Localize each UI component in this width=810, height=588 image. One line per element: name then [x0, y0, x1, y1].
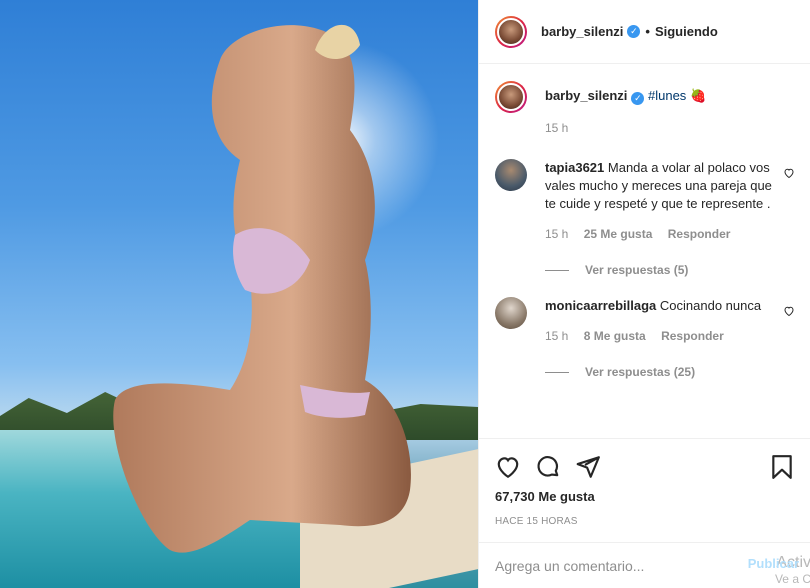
comment-likes[interactable]: 25 Me gusta — [584, 227, 653, 241]
comment-time: 15 h — [545, 227, 569, 241]
caption-username[interactable]: barby_silenzi — [545, 88, 627, 103]
post-header: barby_silenzi ✓ • Siguiendo — [479, 0, 810, 64]
replies-line — [545, 269, 569, 271]
comment-icon[interactable] — [535, 454, 561, 480]
caption-avatar[interactable] — [495, 81, 527, 113]
comment-username[interactable]: tapia3621 — [545, 160, 604, 175]
comment-time: 15 h — [545, 329, 569, 343]
comment-item: monicaarrebillaga Cocinando nunca 15 h 8… — [495, 297, 795, 345]
post-timestamp: HACE 15 HORAS — [495, 516, 578, 527]
following-button[interactable]: Siguiendo — [655, 24, 718, 39]
heart-icon[interactable] — [495, 454, 521, 480]
post-sidebar: barby_silenzi ✓ • Siguiendo barby_silenz… — [478, 0, 810, 588]
comment-likes[interactable]: 8 Me gusta — [584, 329, 646, 343]
post-photo[interactable] — [0, 0, 478, 588]
comment-heart-icon[interactable] — [783, 305, 795, 317]
reply-button[interactable]: Responder — [661, 329, 724, 343]
view-replies-label: Ver respuestas (5) — [585, 263, 689, 277]
view-replies-button[interactable]: Ver respuestas (25) — [545, 365, 795, 379]
comment-input[interactable]: Agrega un comentario... — [495, 558, 644, 574]
view-replies-button[interactable]: Ver respuestas (5) — [545, 263, 795, 277]
commenter-avatar[interactable] — [495, 297, 527, 329]
share-icon[interactable] — [575, 454, 601, 480]
author-username[interactable]: barby_silenzi — [541, 24, 623, 39]
replies-line — [545, 371, 569, 373]
strawberry-emoji: 🍓 — [689, 88, 707, 103]
view-replies-label: Ver respuestas (25) — [585, 365, 696, 379]
caption-hashtag[interactable]: #lunes — [648, 88, 686, 103]
comment-heart-icon[interactable] — [783, 167, 795, 179]
comment-username[interactable]: monicaarrebillaga — [545, 298, 656, 313]
reply-button[interactable]: Responder — [668, 227, 731, 241]
comment-text: Cocinando nunca — [659, 298, 762, 313]
separator-dot: • — [645, 24, 650, 39]
comment-item: tapia3621 Manda a volar al polaco vos va… — [495, 159, 795, 243]
likes-count[interactable]: 67,730 Me gusta — [495, 489, 795, 504]
save-icon[interactable] — [769, 454, 795, 480]
add-comment-bar: Agrega un comentario... Activ Ve a C Pub… — [479, 542, 810, 588]
publish-button[interactable]: Publicar — [748, 555, 799, 572]
person-silhouette — [113, 24, 411, 553]
avatar[interactable] — [495, 15, 527, 48]
commenter-avatar[interactable] — [495, 159, 527, 191]
activation-watermark: Activ Ve a C Publicar — [748, 554, 810, 588]
caption-time: 15 h — [545, 121, 569, 135]
comments-list[interactable]: barby_silenzi ✓ #lunes 🍓 15 h tapia3621 M… — [479, 65, 810, 437]
verified-icon: ✓ — [631, 92, 645, 105]
post-actions: 67,730 Me gusta HACE 15 HORAS — [479, 438, 810, 527]
verified-icon: ✓ — [627, 25, 641, 38]
watermark-line-2: Ve a C — [774, 572, 810, 586]
caption: barby_silenzi ✓ #lunes 🍓 15 h — [495, 81, 795, 137]
